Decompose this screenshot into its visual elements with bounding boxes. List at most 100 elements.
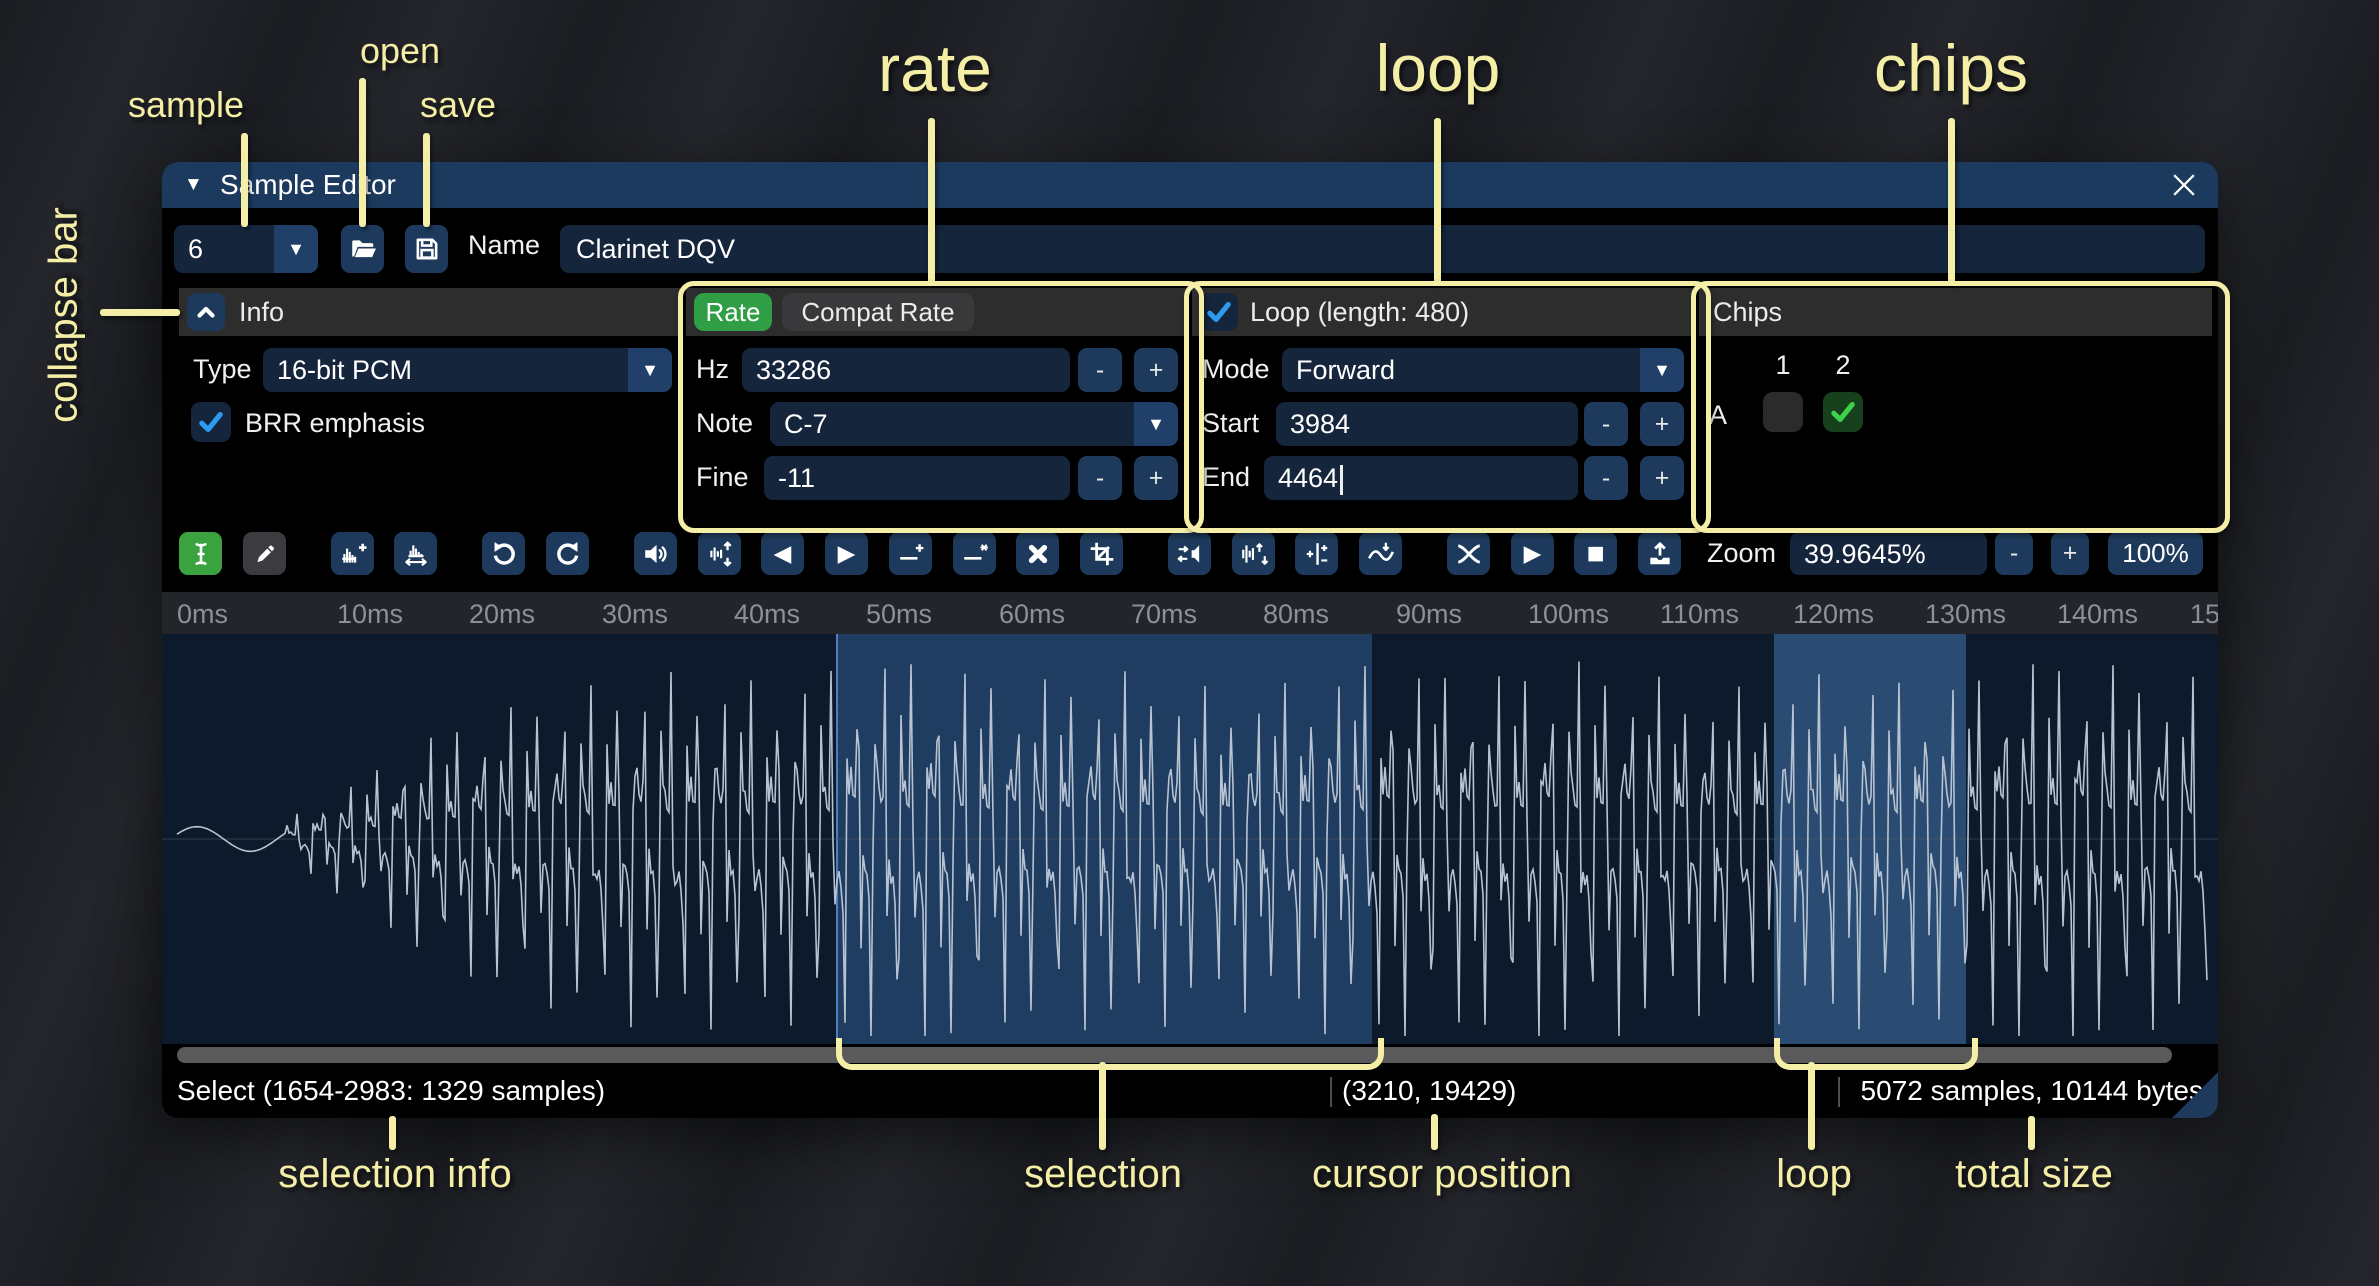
draw-tool-button[interactable] [243,532,286,575]
waveform-display[interactable] [162,634,2218,1044]
annotation-save: save [420,84,496,126]
insert-silence-button[interactable] [889,532,932,575]
zoom-reset-button[interactable]: 100% [2108,532,2203,575]
ruler-label: 60ms [999,599,1065,630]
window-collapse-icon[interactable]: ▼ [184,174,203,196]
volume-button[interactable] [634,532,677,575]
ruler-label: 130ms [1925,599,2006,630]
annotation-line-save [423,133,430,227]
brr-emphasis-checkbox[interactable] [191,402,231,442]
annotation-line-loop [1434,118,1441,284]
annotation-collapse-bar: collapse bar [42,207,87,423]
annotation-selection-info: selection info [278,1152,511,1197]
close-icon [2172,173,2196,197]
annotation-line-collapse-bar [100,309,180,316]
status-total-size: 5072 samples, 10144 bytes [1852,1070,2203,1112]
type-select[interactable]: 16-bit PCM ▼ [263,348,672,392]
waveform-plus-icon [339,540,367,568]
check-icon [196,407,226,437]
filter-button[interactable] [1359,532,1402,575]
name-input[interactable]: Clarinet DQV [560,225,2205,273]
collapse-panel-button[interactable] [187,293,225,331]
sample-number-select[interactable]: 6 ▼ [174,225,318,273]
annotation-line-cursor-position [1431,1114,1438,1150]
waveform-stretch-icon [402,540,430,568]
status-divider [1330,1077,1332,1107]
speaker-arrows-icon [1176,540,1204,568]
play-button[interactable]: ▶ [1511,532,1554,575]
delete-button[interactable] [1016,532,1059,575]
ruler-label: 10ms [337,599,403,630]
silence-button[interactable] [953,532,996,575]
ruler-label: 90ms [1396,599,1462,630]
undo-button[interactable] [482,532,525,575]
speaker-icon [642,540,670,568]
select-tool-button[interactable] [179,532,222,575]
zoom-out-button[interactable]: - [1995,532,2033,575]
pencil-icon [251,540,279,568]
line-plus-icon [897,540,925,568]
reverse-button[interactable] [1168,532,1211,575]
zoom-input[interactable]: 39.9645% [1790,532,1987,575]
ruler-label: 30ms [602,599,668,630]
normalize-button[interactable] [698,532,741,575]
fade-in-button[interactable]: ◀ [761,532,804,575]
export-button[interactable] [1638,532,1681,575]
save-button[interactable] [405,225,448,273]
ruler-label: 70ms [1131,599,1197,630]
annotation-sample: sample [128,84,244,126]
status-cursor-position: (3210, 19429) [1342,1070,1516,1112]
annotation-loop-bottom: loop [1776,1152,1852,1197]
split-button[interactable] [1295,532,1338,575]
annotation-line-rate [928,118,935,284]
sample-number-value: 6 [188,234,203,265]
trim-button[interactable] [1080,532,1123,575]
crossfade-button[interactable] [1447,532,1490,575]
zoom-label: Zoom [1707,538,1776,569]
annotation-outline-rate [678,281,1204,533]
ruler-label: 50ms [866,599,932,630]
stop-button[interactable]: ■ [1574,532,1617,575]
annotation-outline-chips [1691,281,2230,533]
info-panel-title: Info [239,297,284,328]
annotation-bracket-loop [1774,1038,1978,1070]
desktop-background: ▼ Sample Editor 6 ▼ Name Clari [0,0,2379,1286]
time-ruler: 0ms 10ms 20ms 30ms 40ms 50ms 60ms 70ms 8… [162,592,2218,634]
annotation-open: open [360,30,440,72]
ruler-label: 80ms [1263,599,1329,630]
annotation-chips: chips [1874,30,2028,106]
title-bar[interactable]: ▼ Sample Editor [162,162,2218,208]
amplify-button[interactable] [1232,532,1275,575]
status-selection-info: Select (1654-2983: 1329 samples) [177,1070,605,1112]
redo-button[interactable] [546,532,589,575]
name-label: Name [468,230,540,261]
triangle-right-icon: ▶ [838,542,856,565]
annotation-line-loop-bottom [1808,1062,1815,1150]
resize-grip[interactable] [2172,1072,2218,1118]
brr-emphasis-label: BRR emphasis [245,408,425,439]
open-button[interactable] [341,225,384,273]
info-panel-header: Info [179,288,680,336]
ruler-label: 140ms [2057,599,2138,630]
ruler-label: 100ms [1528,599,1609,630]
zoom-value: 39.9645% [1804,539,1926,570]
stretch-button[interactable] [394,532,437,575]
chevron-up-icon [193,299,219,325]
annotation-bracket-selection [836,1038,1384,1070]
close-button[interactable] [2172,173,2196,197]
chevron-down-icon[interactable]: ▼ [628,348,672,392]
fade-out-button[interactable]: ▶ [825,532,868,575]
plus-minus-icon [1303,540,1331,568]
crop-icon [1088,540,1116,568]
chevron-down-icon[interactable]: ▼ [274,225,318,273]
ruler-label: 120ms [1793,599,1874,630]
type-value: 16-bit PCM [277,355,412,386]
redo-icon [554,540,582,568]
resample-button[interactable] [331,532,374,575]
triangle-left-icon: ◀ [774,542,792,565]
ruler-label: 150ms [2190,599,2218,630]
annotation-line-total-size [2028,1116,2035,1150]
name-value: Clarinet DQV [576,234,735,265]
zoom-in-button[interactable]: + [2051,532,2089,575]
ruler-label: 20ms [469,599,535,630]
